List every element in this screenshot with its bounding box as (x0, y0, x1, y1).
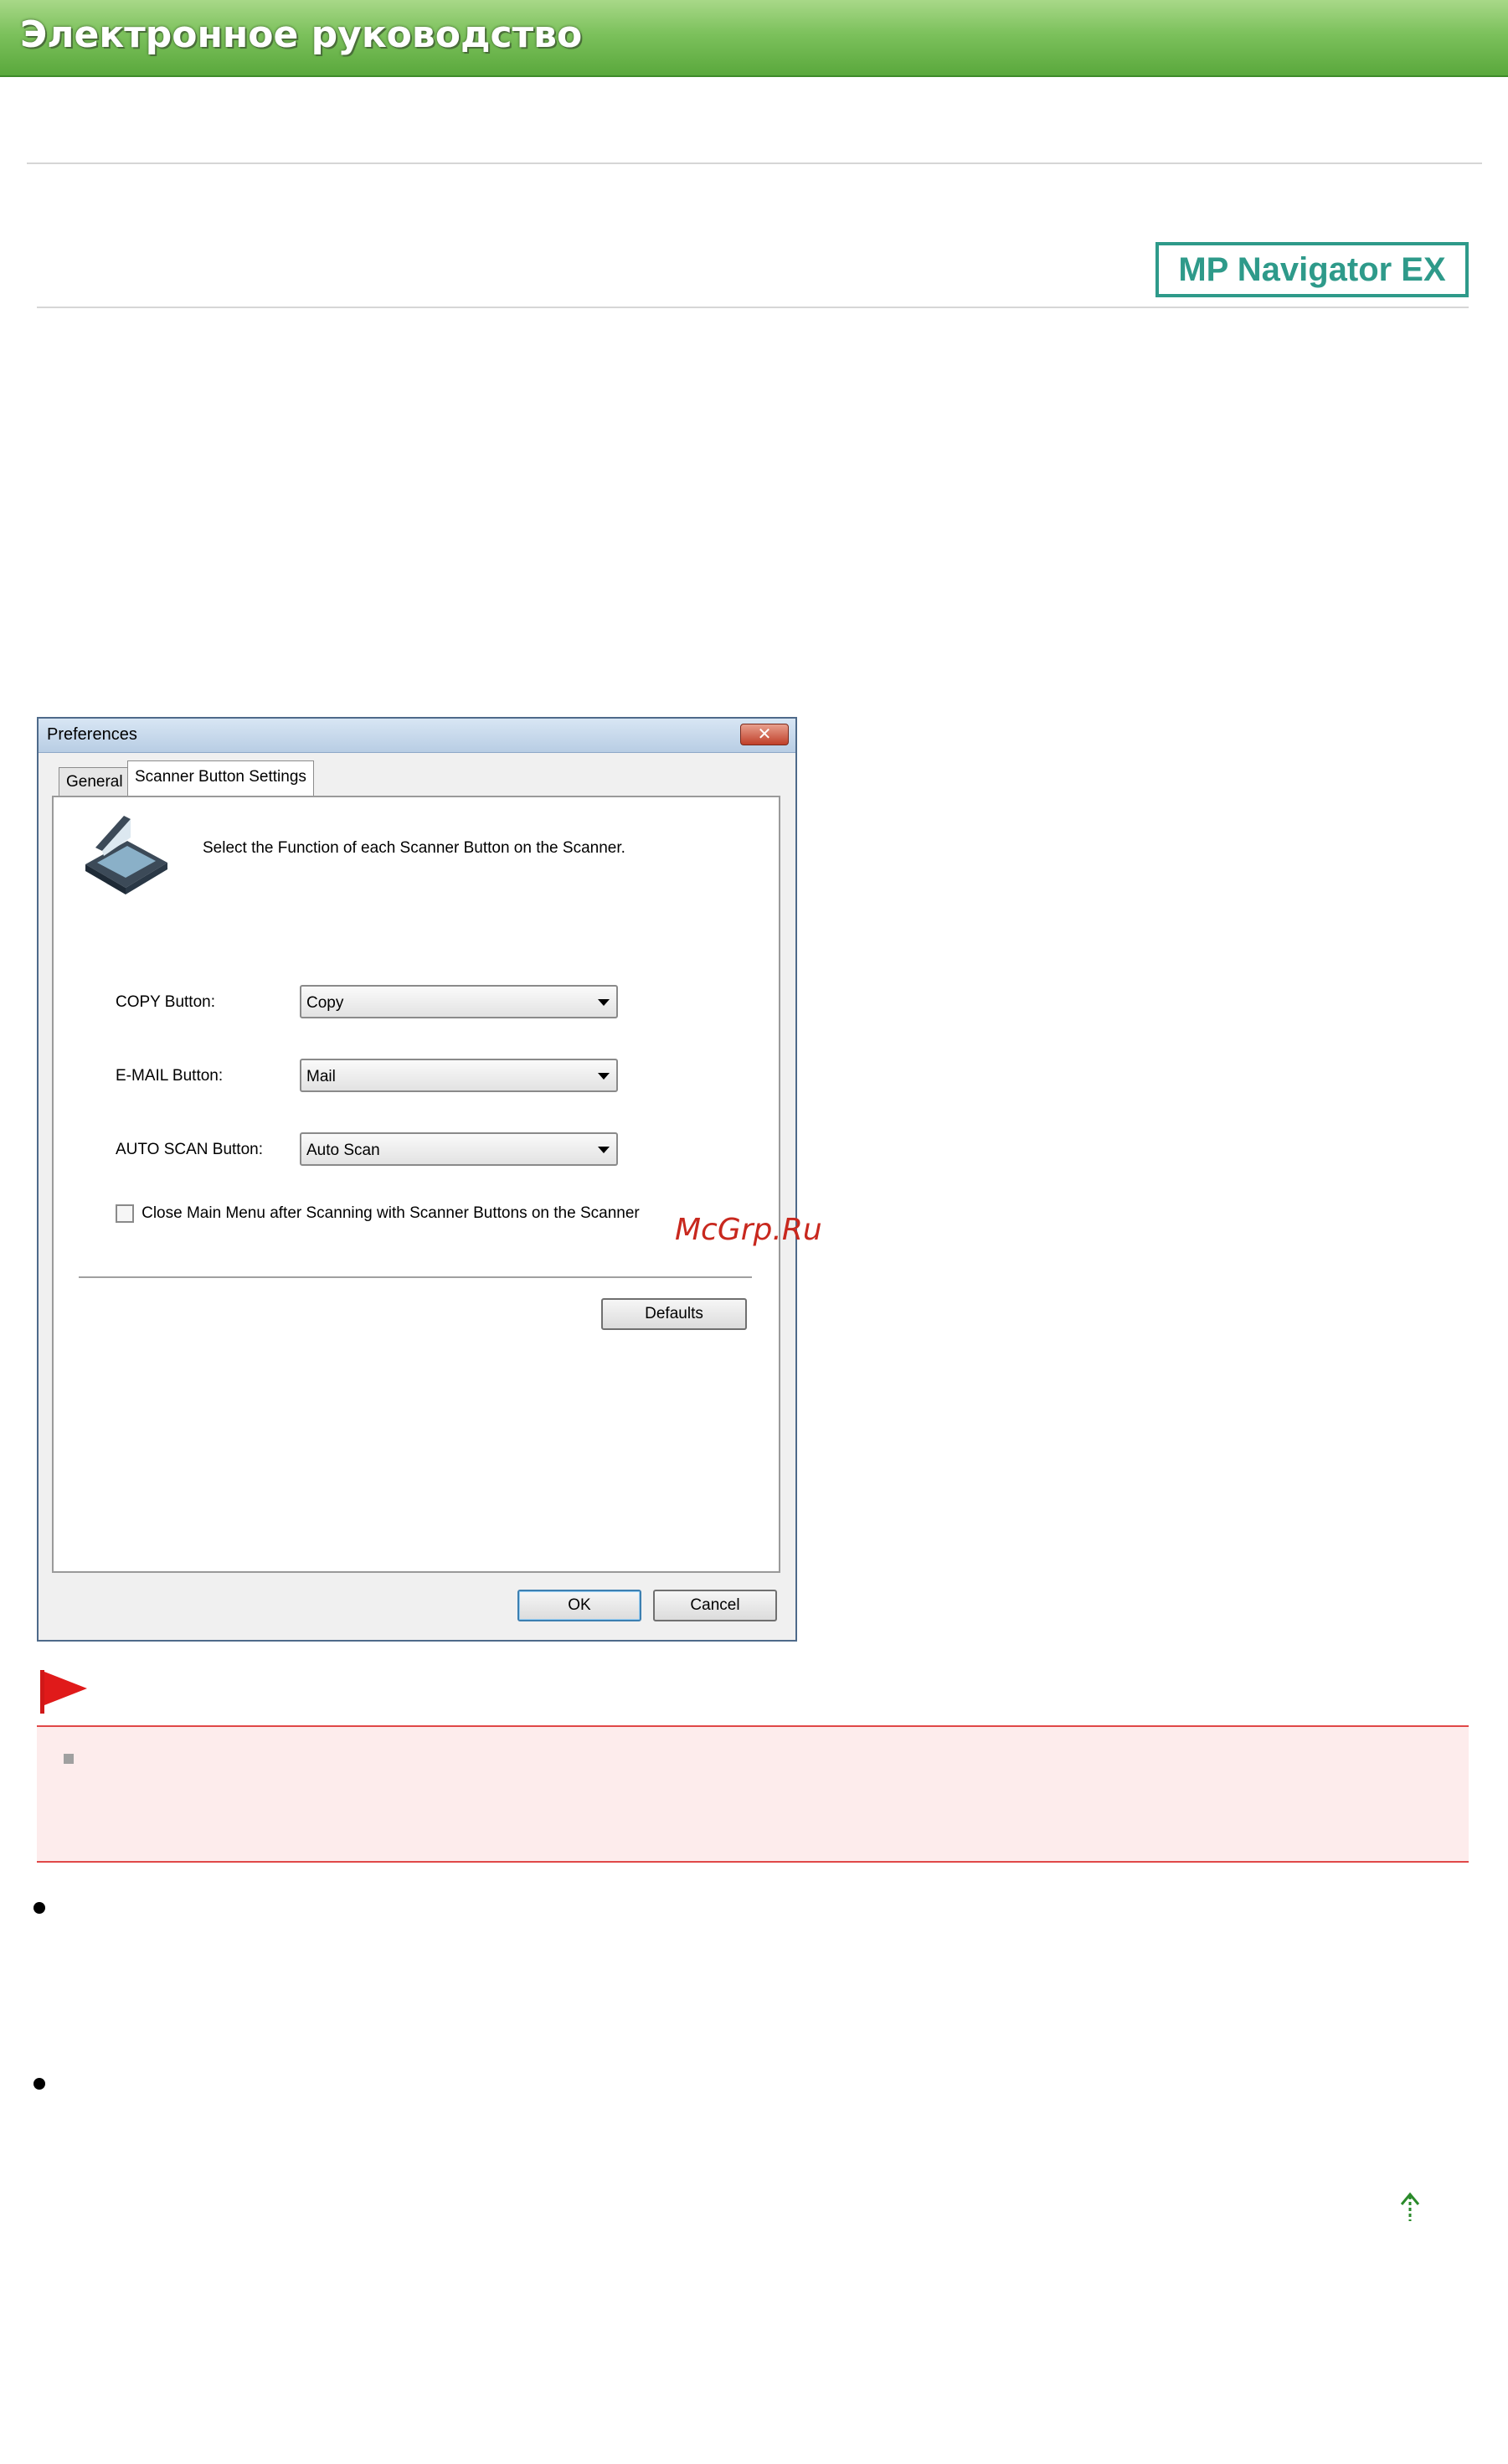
watermark: McGrp.Ru (675, 1213, 822, 1247)
product-logo-text: MP Navigator EX (1178, 250, 1446, 288)
list-bullet (33, 2078, 45, 2090)
auto-scan-button-value: Auto Scan (306, 1142, 380, 1159)
section-divider (37, 307, 1469, 308)
tab-scanner-button-settings[interactable]: Scanner Button Settings (127, 760, 314, 797)
list-bullet (33, 1902, 45, 1914)
panel-description: Select the Function of each Scanner Butt… (203, 839, 625, 857)
important-note-box (37, 1725, 1469, 1863)
close-main-menu-label: Close Main Menu after Scanning with Scan… (142, 1204, 640, 1222)
copy-button-label: COPY Button: (116, 993, 215, 1011)
product-logo: MP Navigator EX (1155, 242, 1469, 297)
defaults-button[interactable]: Defaults (601, 1298, 747, 1330)
tab-general[interactable]: General (59, 767, 131, 796)
copy-button-value: Copy (306, 994, 344, 1012)
cancel-button[interactable]: Cancel (653, 1590, 777, 1621)
scanner-icon (85, 816, 167, 894)
dialog-title: Preferences (47, 725, 137, 744)
top-divider (27, 162, 1482, 164)
preferences-dialog: Preferences ✕ General Scanner Button Set… (37, 717, 797, 1642)
settings-panel: Select the Function of each Scanner Butt… (52, 796, 780, 1573)
close-icon: ✕ (757, 724, 772, 744)
dialog-titlebar: Preferences ✕ (39, 719, 795, 753)
close-main-menu-option[interactable]: Close Main Menu after Scanning with Scan… (116, 1204, 640, 1223)
ok-button[interactable]: OK (517, 1590, 641, 1621)
email-button-label: E-MAIL Button: (116, 1067, 224, 1085)
note-bullet (64, 1754, 74, 1764)
auto-scan-button-label: AUTO SCAN Button: (116, 1141, 263, 1158)
banner-title: Электронное руководство (20, 13, 583, 56)
back-to-top-arrow-icon[interactable] (1397, 2191, 1423, 2224)
close-main-menu-checkbox[interactable] (116, 1204, 134, 1223)
important-flag-icon (40, 1670, 87, 1714)
email-button-select[interactable]: Mail (300, 1059, 618, 1092)
close-button[interactable]: ✕ (740, 724, 789, 745)
chevron-down-icon (598, 1147, 610, 1153)
chevron-down-icon (598, 1073, 610, 1080)
email-button-value: Mail (306, 1068, 336, 1085)
header-banner: Электронное руководство (0, 0, 1508, 77)
auto-scan-button-select[interactable]: Auto Scan (300, 1132, 618, 1166)
panel-divider (79, 1276, 752, 1278)
copy-button-select[interactable]: Copy (300, 985, 618, 1018)
chevron-down-icon (598, 999, 610, 1006)
